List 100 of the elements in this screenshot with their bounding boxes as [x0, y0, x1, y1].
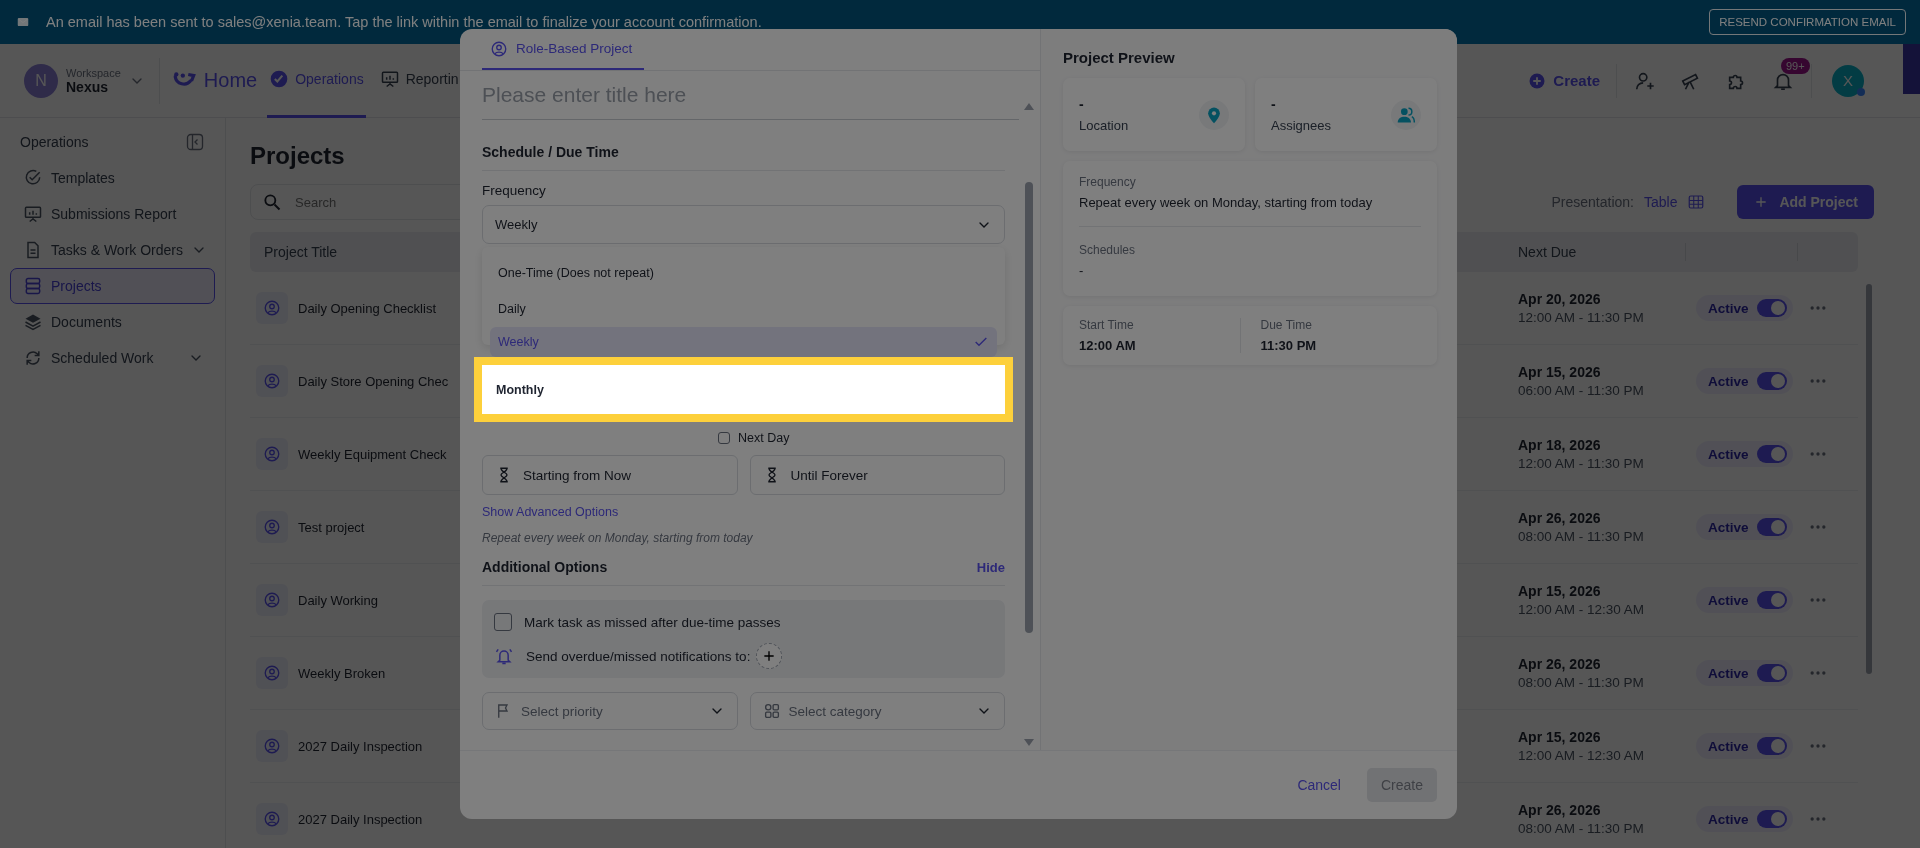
project-title[interactable]: Test project [298, 519, 365, 535]
check-circle-icon [23, 168, 43, 188]
section-heading: Additional Options [482, 559, 608, 575]
scroll-up-arrow[interactable] [1024, 103, 1034, 110]
status-label: Active [1708, 592, 1749, 608]
section-heading: Schedule / Due Time [482, 144, 619, 160]
preview-value: - [1271, 96, 1277, 112]
preview-value: 12:00 AM [1079, 338, 1137, 353]
person-icon [263, 372, 281, 390]
refresh-icon [23, 348, 43, 368]
schedule-button[interactable]: Until Forever [749, 455, 1005, 495]
preview-value: 11:30 PM [1260, 338, 1318, 353]
repeat-summary: Repeat every week on Monday, starting from today [482, 531, 754, 545]
toggle-switch[interactable] [1756, 445, 1787, 463]
status-toggle[interactable]: Active [1696, 514, 1793, 540]
due-date: Apr 20, 2026 [1518, 291, 1602, 307]
preview-title: Project Preview [1063, 49, 1176, 66]
person-icon [263, 810, 281, 828]
due-time: 12:00 AM - 12:30 AM [1518, 602, 1646, 617]
dropdown-select[interactable]: Select category [749, 692, 1005, 730]
preview-value: - [1079, 263, 1085, 278]
status-toggle[interactable]: Active [1696, 660, 1793, 686]
schedule-button[interactable]: Starting from Now [482, 455, 738, 495]
person-icon [490, 39, 508, 58]
presentation-icon [23, 204, 43, 224]
person-icon [263, 518, 281, 536]
toggle-switch[interactable] [1756, 591, 1787, 609]
collapse-sidebar-icon[interactable] [185, 132, 205, 152]
project-title[interactable]: Daily Opening Checklist [298, 300, 436, 316]
dropdown-option[interactable]: One-Time (Does not repeat) [490, 255, 997, 291]
toggle-switch[interactable] [1756, 518, 1787, 536]
sidebar-item[interactable]: Templates [10, 160, 215, 196]
project-title[interactable]: 2027 Daily Inspection [298, 811, 423, 827]
search-icon [262, 192, 282, 212]
presentation-icon [379, 69, 400, 89]
cancel-button[interactable]: Cancel [1291, 776, 1347, 794]
due-date: Apr 15, 2026 [1518, 729, 1602, 745]
status-toggle[interactable]: Active [1696, 441, 1793, 467]
project-title[interactable]: Weekly Broken [298, 665, 386, 681]
scrollbar-thumb[interactable] [1025, 182, 1033, 633]
workspace-name[interactable]: Nexus [66, 78, 121, 95]
sidebar-item[interactable]: Projects [10, 268, 215, 304]
toggle-switch[interactable] [1756, 299, 1787, 317]
status-toggle[interactable]: Active [1696, 368, 1793, 394]
scroll-down-arrow[interactable] [1024, 739, 1034, 746]
preview-label: Due Time [1260, 318, 1313, 332]
advanced-options-link[interactable]: Show Advanced Options [482, 505, 1005, 519]
checkbox[interactable] [494, 613, 512, 631]
preview-value: - [1079, 96, 1085, 112]
due-date: Apr 15, 2026 [1518, 364, 1602, 380]
status-label: Active [1708, 519, 1749, 535]
dropdown-select[interactable]: Select priority [482, 692, 738, 730]
status-label: Active [1708, 373, 1749, 389]
project-title[interactable]: Daily Working [298, 592, 378, 608]
checkbox-label: Mark task as missed after due-time passes [524, 614, 781, 630]
status-toggle[interactable]: Active [1696, 587, 1793, 613]
column-header[interactable]: Next Due [1504, 243, 1686, 261]
sidebar-item[interactable]: Tasks & Work Orders [10, 232, 215, 268]
preview-value: Repeat every week on Monday, starting from today [1079, 195, 1374, 210]
status-label: Active [1708, 446, 1749, 462]
toggle-switch[interactable] [1756, 372, 1787, 390]
presentation-link[interactable]: Table [1643, 194, 1678, 210]
preview-label: Assignees [1271, 118, 1331, 133]
scrollbar-thumb[interactable] [1866, 284, 1872, 674]
hide-link[interactable]: Hide [976, 559, 1005, 575]
due-date: Apr 26, 2026 [1518, 656, 1602, 672]
toggle-switch[interactable] [1756, 664, 1787, 682]
due-date: Apr 26, 2026 [1518, 802, 1602, 818]
sidebar-item[interactable]: Submissions Report [10, 196, 215, 232]
dropdown-option[interactable]: Weekly [490, 327, 997, 357]
status-toggle[interactable]: Active [1696, 733, 1793, 759]
person-icon [263, 591, 281, 609]
bell-icon [494, 646, 514, 666]
layers-icon [23, 312, 43, 332]
create-button[interactable]: Create [1522, 70, 1606, 91]
toggle-switch[interactable] [1756, 737, 1787, 755]
project-title[interactable]: 2027 Daily Inspection [298, 738, 423, 754]
nav-tab-label: Operations [295, 71, 364, 87]
sidebar-item[interactable]: Scheduled Work [10, 340, 215, 376]
home-link[interactable]: Home [203, 69, 258, 92]
add-recipient-button[interactable] [756, 643, 783, 669]
project-title[interactable]: Weekly Equipment Check [298, 446, 447, 462]
table-icon[interactable] [1687, 193, 1706, 211]
dropdown-option[interactable]: Daily [490, 291, 997, 327]
status-label: Active [1708, 738, 1749, 754]
due-date: Apr 18, 2026 [1518, 437, 1602, 453]
toggle-switch[interactable] [1756, 810, 1787, 828]
status-dot [1857, 87, 1865, 96]
status-toggle[interactable]: Active [1696, 295, 1793, 321]
due-time: 12:00 AM - 11:30 PM [1518, 456, 1645, 471]
nav-tab[interactable]: Reportin [377, 43, 461, 118]
status-toggle[interactable]: Active [1696, 806, 1793, 832]
checkbox[interactable] [718, 432, 730, 444]
category-icon [762, 702, 781, 720]
nav-tab[interactable]: Operations [267, 43, 366, 118]
project-title[interactable]: Daily Store Opening Chec [298, 373, 449, 389]
user-avatar[interactable]: X [1832, 64, 1864, 97]
frequency-select[interactable]: Weekly [482, 205, 1005, 244]
resend-button[interactable]: RESEND CONFIRMATION EMAIL [1709, 9, 1906, 35]
sidebar-item[interactable]: Documents [10, 304, 215, 340]
